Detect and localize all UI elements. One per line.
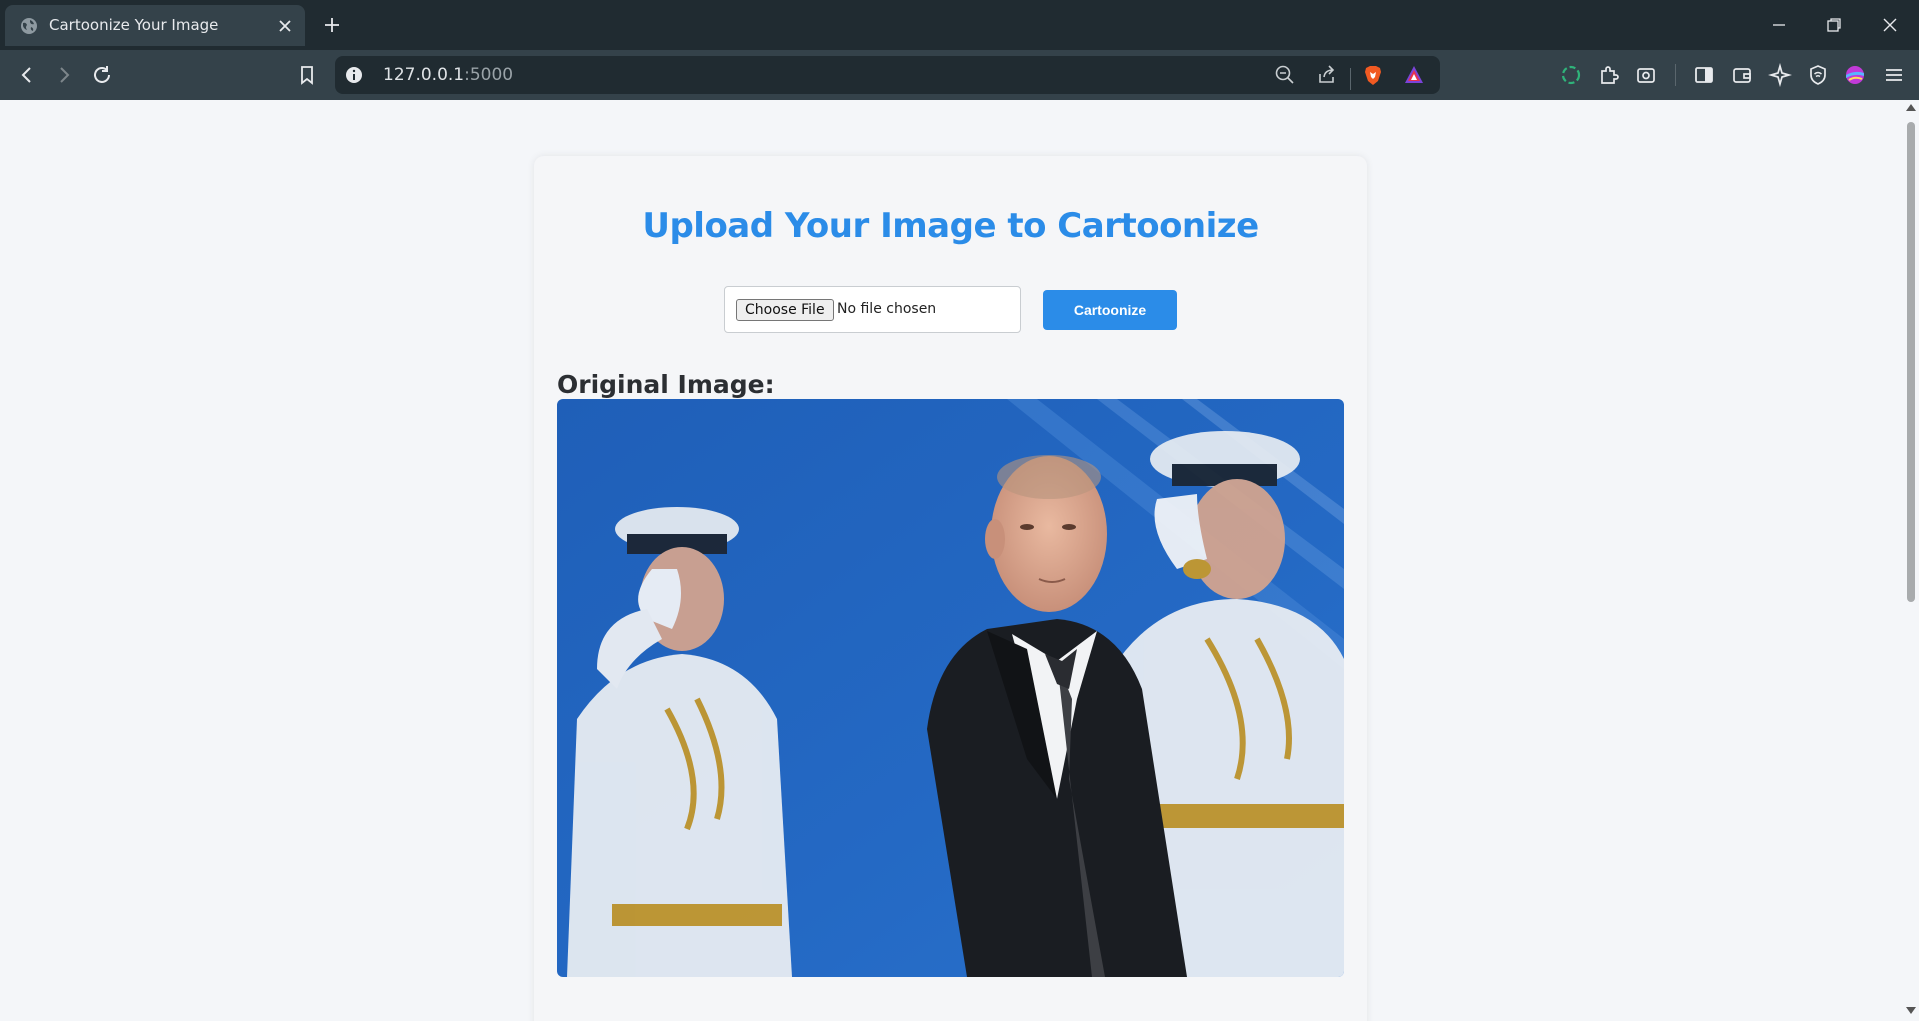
scrollbar[interactable] xyxy=(1903,100,1919,1021)
close-window-icon[interactable] xyxy=(1880,15,1900,35)
rewards-icon[interactable] xyxy=(1403,64,1425,86)
upload-card: Upload Your Image to Cartoonize Choose F… xyxy=(534,156,1367,1021)
divider xyxy=(1675,64,1676,86)
restore-icon[interactable] xyxy=(1824,15,1844,35)
chatgpt-extension-icon[interactable] xyxy=(1559,63,1583,87)
file-input[interactable]: Choose File No file chosen xyxy=(724,286,1021,333)
file-status-text: No file chosen xyxy=(837,301,937,317)
back-icon[interactable] xyxy=(15,63,39,87)
sidebar-icon[interactable] xyxy=(1692,63,1716,87)
ai-icon[interactable] xyxy=(1768,63,1792,87)
wallet-icon[interactable] xyxy=(1730,63,1754,87)
scroll-up-arrow[interactable] xyxy=(1906,104,1916,111)
info-icon[interactable] xyxy=(345,66,363,84)
url-host: 127.0.0.1 xyxy=(383,65,465,85)
minimize-icon[interactable] xyxy=(1769,15,1789,35)
cartoonize-button[interactable]: Cartoonize xyxy=(1043,290,1177,330)
scroll-down-arrow[interactable] xyxy=(1906,1007,1916,1014)
page-viewport: Upload Your Image to Cartoonize Choose F… xyxy=(0,100,1903,1021)
profile-icon[interactable] xyxy=(1843,63,1867,87)
brave-shield-icon[interactable] xyxy=(1362,64,1384,86)
browser-tab[interactable]: Cartoonize Your Image xyxy=(5,5,305,46)
scroll-thumb[interactable] xyxy=(1907,122,1915,602)
menu-icon[interactable] xyxy=(1882,63,1906,87)
title-bar: Cartoonize Your Image xyxy=(0,0,1919,50)
vpn-icon[interactable] xyxy=(1806,63,1830,87)
address-bar[interactable]: 127.0.0.1:5000 xyxy=(335,56,1440,94)
plus-icon[interactable] xyxy=(322,15,342,35)
bookmark-icon[interactable] xyxy=(295,63,319,87)
divider xyxy=(1350,68,1351,90)
original-image-label: Original Image: xyxy=(557,370,775,399)
browser-toolbar: 127.0.0.1:5000 xyxy=(0,50,1919,100)
page-title: Upload Your Image to Cartoonize xyxy=(642,206,1259,246)
screenshot-icon[interactable] xyxy=(1634,63,1658,87)
zoom-out-icon[interactable] xyxy=(1274,64,1296,86)
close-icon[interactable] xyxy=(277,18,293,34)
original-image xyxy=(557,399,1344,977)
reload-icon[interactable] xyxy=(90,63,114,87)
url-port: :5000 xyxy=(464,65,514,85)
forward-icon[interactable] xyxy=(52,63,76,87)
choose-file-button[interactable]: Choose File xyxy=(736,299,834,321)
globe-icon xyxy=(21,18,37,34)
tab-title: Cartoonize Your Image xyxy=(49,16,219,34)
puzzle-icon[interactable] xyxy=(1597,63,1621,87)
url-text[interactable]: 127.0.0.1:5000 xyxy=(383,65,513,85)
share-icon[interactable] xyxy=(1316,64,1338,86)
